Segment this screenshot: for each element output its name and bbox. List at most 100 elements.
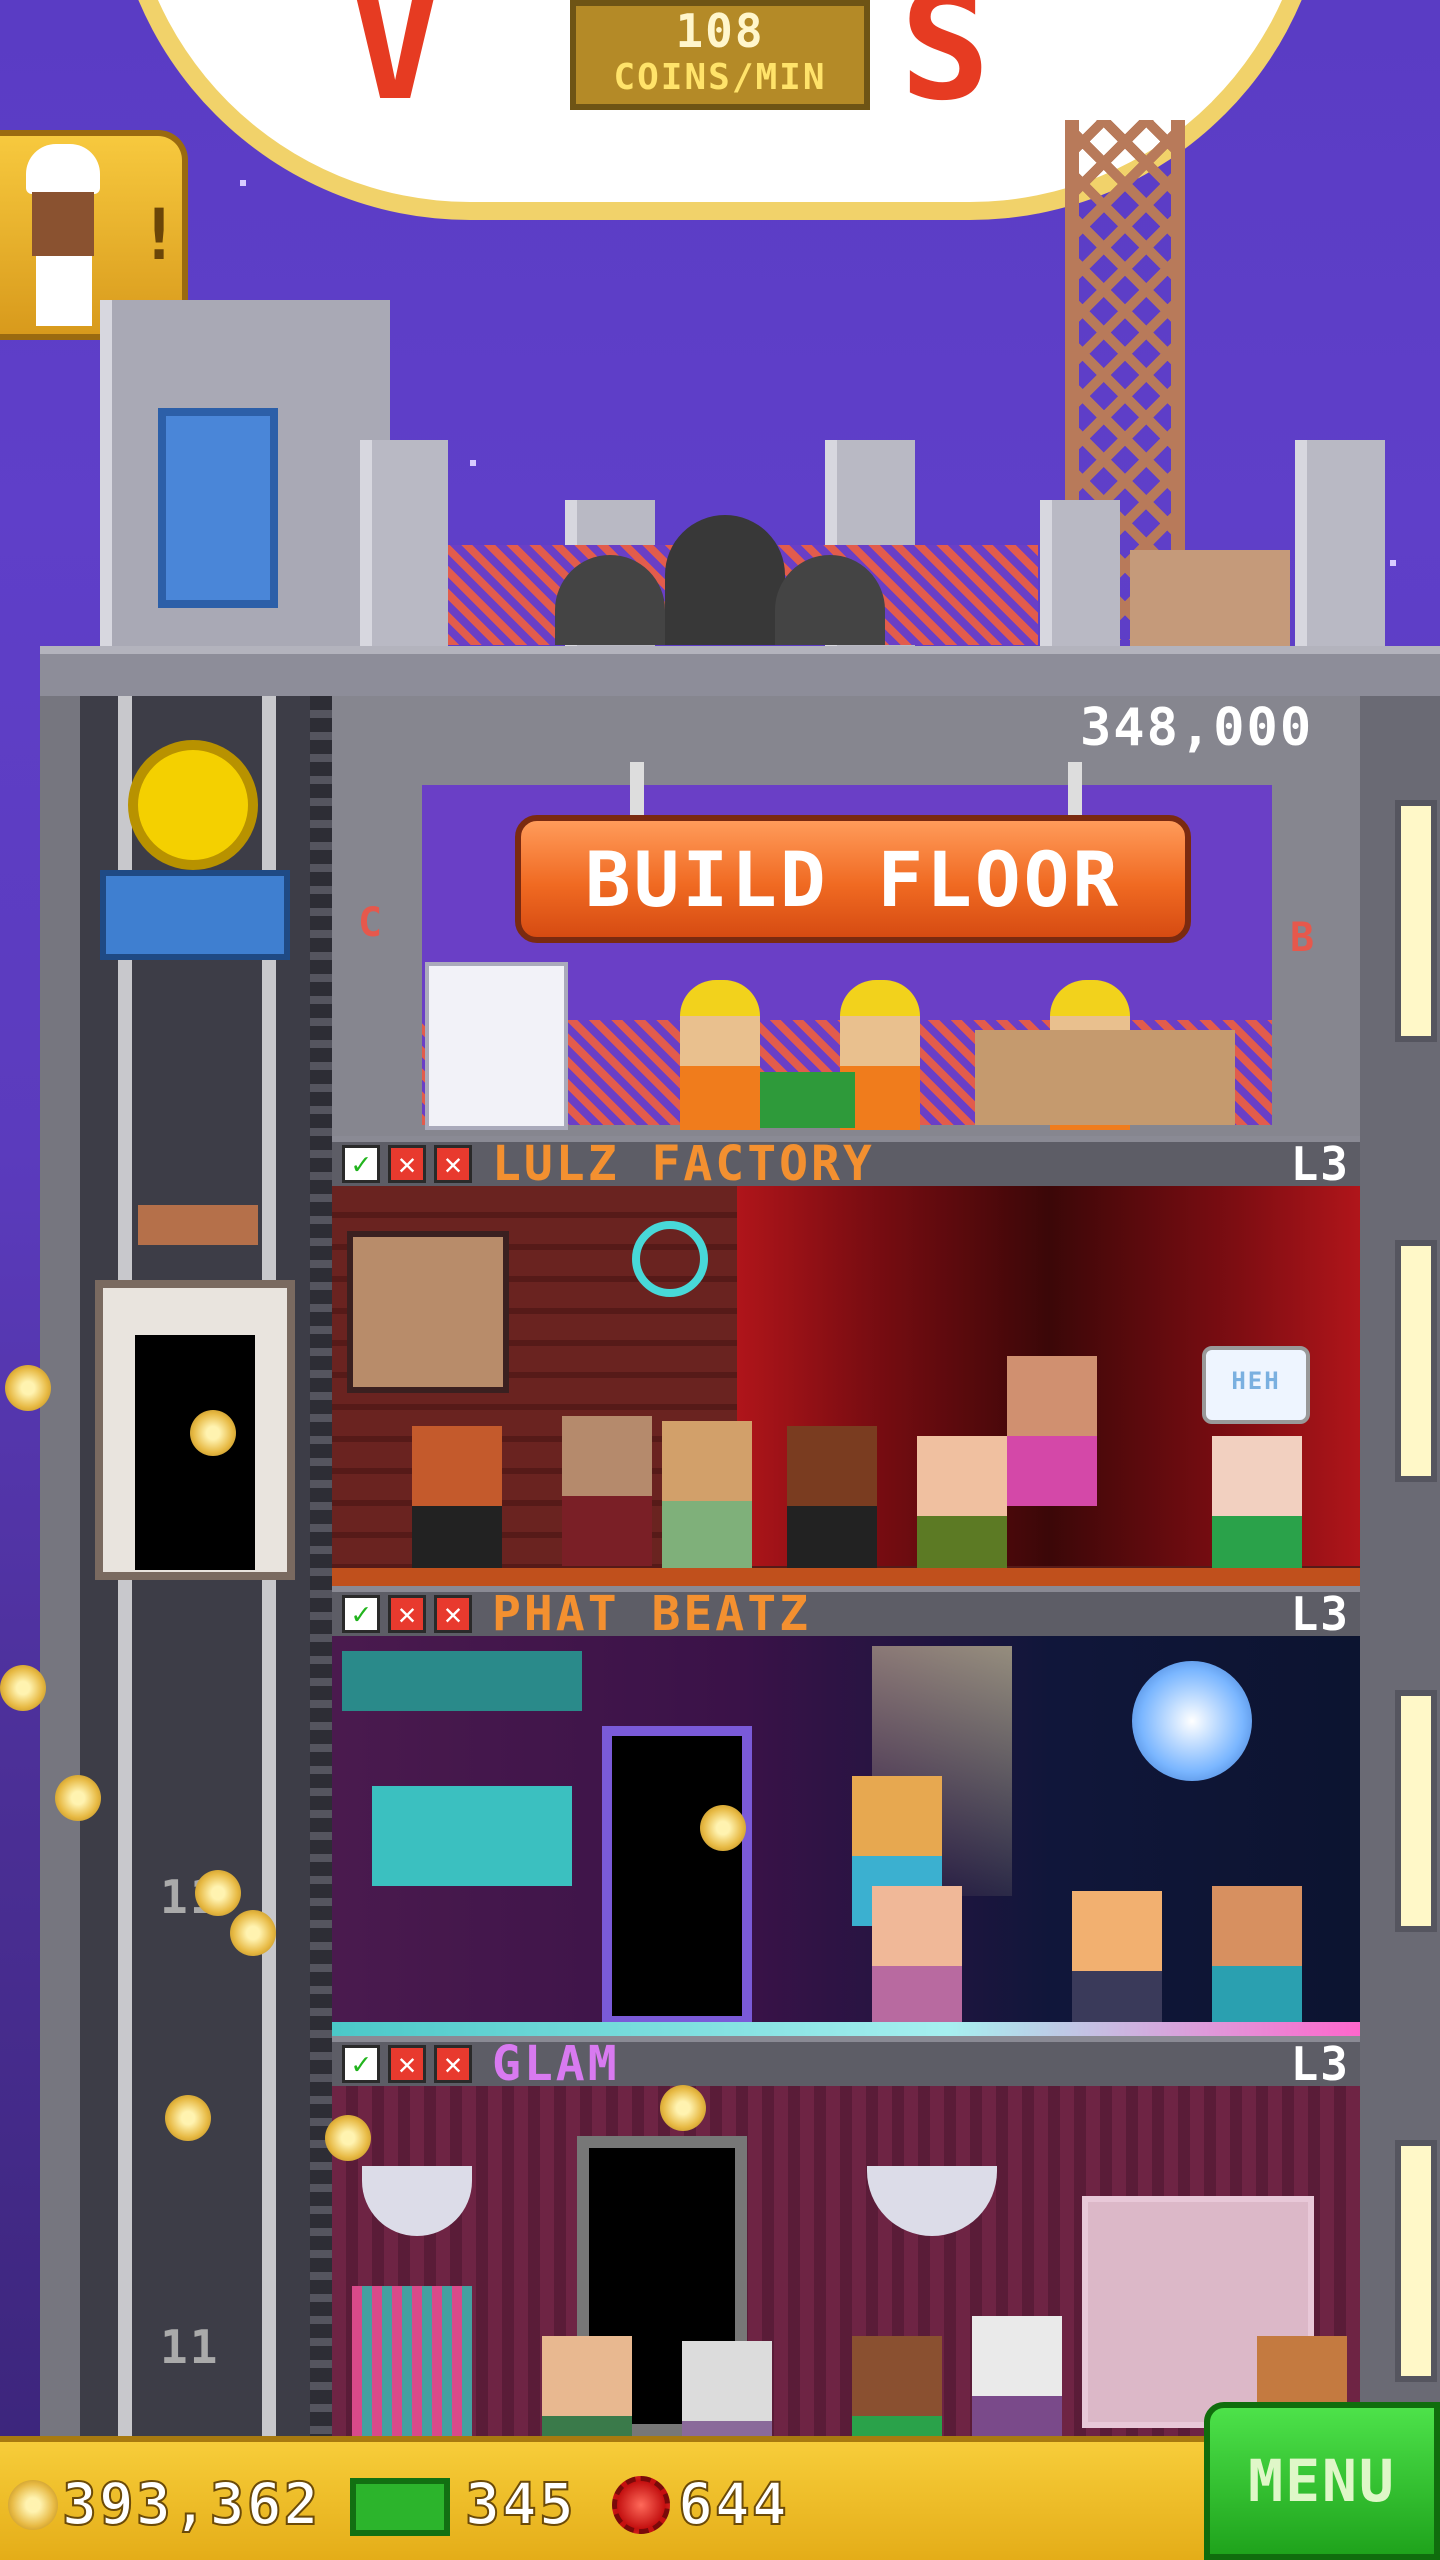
stock-empty-icon: ✕	[434, 1595, 472, 1633]
floor-header-glam[interactable]: ✓ ✕ ✕ GLAM L3	[332, 2036, 1360, 2092]
coins-per-minute-value: 108	[675, 4, 765, 58]
chandelier-icon	[867, 2166, 997, 2236]
coin-icon[interactable]	[0, 1665, 46, 1711]
coins-per-minute-panel: 108 COINS/MIN	[570, 0, 870, 110]
floor-room-lulz-factory[interactable]: HEH	[332, 1186, 1360, 1586]
club-doorway	[602, 1726, 752, 2026]
side-window	[1395, 800, 1437, 1042]
dj-canopy	[342, 1651, 582, 1711]
visitor[interactable]	[1072, 1891, 1162, 2041]
floor-name: PHAT BEATZ	[492, 1586, 811, 1642]
visitor[interactable]	[872, 1886, 962, 2036]
stock-empty-icon: ✕	[434, 1145, 472, 1183]
coin-icon[interactable]	[700, 1805, 746, 1851]
floor-header-lulz-factory[interactable]: ✓ ✕ ✕ LULZ FACTORY L3	[332, 1136, 1360, 1192]
alert-icon: !	[138, 194, 183, 276]
coin-icon[interactable]	[165, 2095, 211, 2141]
visitor[interactable]	[562, 1416, 652, 1566]
coin-icon[interactable]	[55, 1775, 101, 1821]
visitor[interactable]	[1212, 1436, 1302, 1586]
floor-level: L3	[1290, 2037, 1350, 2091]
visitor[interactable]	[1212, 1886, 1302, 2036]
stock-empty-icon: ✕	[388, 2045, 426, 2083]
floor-header-phat-beatz[interactable]: ✓ ✕ ✕ PHAT BEATZ L3	[332, 1586, 1360, 1642]
stock-empty-icon: ✕	[388, 1145, 426, 1183]
roof-pillar	[1295, 440, 1385, 650]
clothing-rack	[352, 2286, 472, 2436]
disco-ball-icon	[1132, 1661, 1252, 1781]
floor-room-phat-beatz[interactable]	[332, 1636, 1360, 2041]
material-crates	[975, 1030, 1235, 1125]
build-floor-button[interactable]: BUILD FLOOR	[515, 815, 1191, 943]
roof-door	[158, 408, 278, 608]
neon-sign-icon	[632, 1221, 708, 1297]
visitor[interactable]	[662, 1421, 752, 1571]
dance-floor-trim	[332, 2022, 1360, 2036]
floor-level: L3	[1290, 1587, 1350, 1641]
coin-icon[interactable]	[5, 1365, 51, 1411]
visitor[interactable]	[917, 1436, 1007, 1586]
star	[470, 460, 476, 466]
coin-icon[interactable]	[190, 1410, 236, 1456]
chef-body	[36, 256, 92, 326]
bux-amount: 345	[464, 2469, 576, 2539]
coin-icon[interactable]	[325, 2115, 371, 2161]
coin-icon[interactable]	[195, 1870, 241, 1916]
tokens-amount: 644	[677, 2469, 789, 2539]
coin-icon[interactable]	[660, 2085, 706, 2131]
sign-hanger	[630, 762, 644, 818]
elevator-car-door	[135, 1335, 255, 1570]
roof-crates	[1130, 550, 1290, 646]
token-icon	[612, 2476, 670, 2534]
visitor[interactable]	[412, 1426, 502, 1576]
roof-dome	[665, 515, 785, 645]
coin-icon	[8, 2480, 58, 2530]
elevator-pulley-wheel	[128, 740, 258, 870]
floor-level: L3	[1290, 1137, 1350, 1191]
coins-amount: 393,362	[61, 2469, 321, 2539]
roof-pillar	[1040, 500, 1120, 650]
stock-empty-icon: ✕	[388, 1595, 426, 1633]
elevator-floor-label: 11	[160, 2320, 220, 2374]
speech-bubble: HEH	[1202, 1346, 1310, 1424]
dj-booth	[372, 1786, 572, 1886]
visitor[interactable]	[787, 1426, 877, 1576]
sign-hanger	[1068, 762, 1082, 818]
star	[1390, 560, 1396, 566]
star	[240, 180, 246, 186]
sign-letter-decor: V	[350, 0, 441, 134]
stock-empty-icon: ✕	[434, 2045, 472, 2083]
floor-trim	[332, 1568, 1360, 1586]
floor-room-glam[interactable]	[332, 2086, 1360, 2491]
floor-name: GLAM	[492, 2036, 620, 2092]
glass-panes	[425, 962, 568, 1130]
floor-name: LULZ FACTORY	[492, 1136, 875, 1192]
roof-slab	[40, 646, 1440, 696]
elevator-motor	[100, 870, 290, 960]
menu-button[interactable]: MENU	[1204, 2402, 1440, 2560]
coin-icon[interactable]	[230, 1910, 276, 1956]
build-right-marker: B	[1290, 915, 1317, 961]
tower-left-wall	[40, 696, 80, 2436]
chandelier-icon	[362, 2166, 472, 2236]
build-floor-price: 348,000	[1080, 698, 1314, 758]
stock-ok-icon: ✓	[342, 1145, 380, 1183]
chef-hat-icon	[26, 144, 100, 194]
tower-bux-icon	[350, 2478, 450, 2536]
speech-bubble-text: HEH	[1231, 1367, 1281, 1395]
shaft-ladder	[310, 696, 332, 2436]
construction-worker	[680, 980, 760, 1130]
build-left-marker: C	[358, 900, 385, 946]
comedian[interactable]	[1007, 1356, 1097, 1506]
coins-per-minute-unit: COINS/MIN	[613, 57, 827, 98]
side-window	[1395, 1240, 1437, 1482]
stock-ok-icon: ✓	[342, 2045, 380, 2083]
roof-pillar	[360, 440, 448, 650]
elevator-counterweight	[138, 1205, 258, 1245]
chef-face	[32, 192, 94, 256]
side-window	[1395, 1690, 1437, 1932]
portrait-frame	[347, 1231, 509, 1393]
sign-letter-decor: S	[900, 0, 991, 134]
stock-ok-icon: ✓	[342, 1595, 380, 1633]
toolbox	[760, 1072, 855, 1128]
